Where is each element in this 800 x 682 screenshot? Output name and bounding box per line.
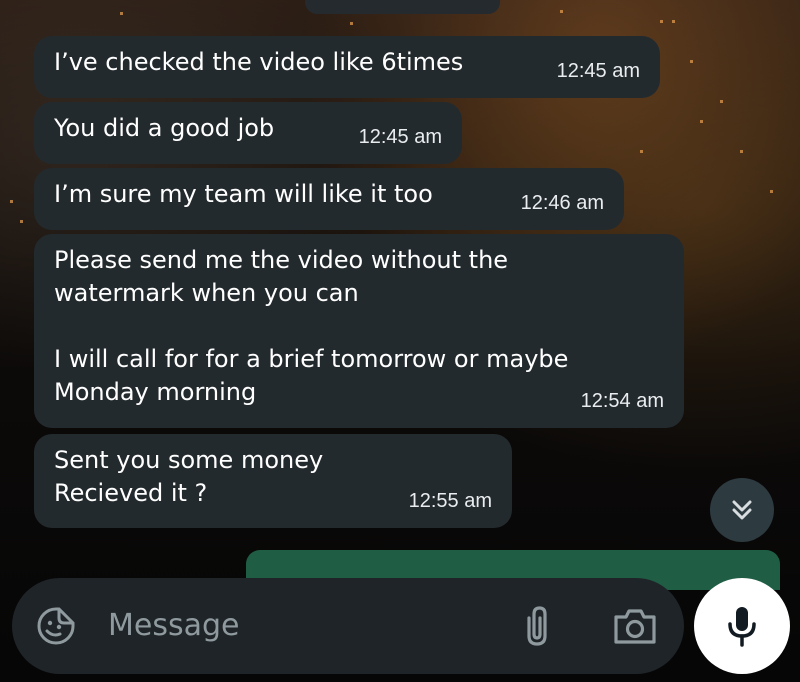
message-time: 12:46 am	[520, 192, 604, 214]
attach-button[interactable]	[520, 604, 554, 648]
scroll-to-bottom-button[interactable]	[710, 478, 774, 542]
double-chevron-down-icon	[732, 500, 752, 520]
message-bubble[interactable]: You did a good job 12:45 am	[34, 102, 462, 164]
camera-icon	[614, 609, 656, 644]
emoji-button[interactable]	[36, 606, 76, 646]
paperclip-icon	[527, 606, 547, 646]
camera-button[interactable]	[612, 606, 658, 646]
message-bubble[interactable]: I’ve checked the video like 6times 12:45…	[34, 36, 660, 98]
message-text: Please send me the video without the wat…	[54, 246, 569, 406]
message-bubble[interactable]: Sent you some money Recieved it ? 12:55 …	[34, 434, 512, 528]
message-composer: Message	[12, 578, 684, 674]
message-bubble[interactable]: I’m sure my team will like it too 12:46 …	[34, 168, 624, 230]
microphone-icon	[728, 607, 756, 647]
message-input[interactable]: Message	[108, 608, 239, 643]
message-time: 12:45 am	[556, 60, 640, 82]
voice-message-button[interactable]	[694, 578, 790, 674]
message-bubble[interactable]: Please send me the video without the wat…	[34, 234, 684, 428]
message-time: 12:55 am	[408, 490, 492, 512]
message-time: 12:54 am	[580, 390, 664, 412]
message-time: 12:45 am	[358, 126, 442, 148]
message-text: I’ve checked the video like 6times	[54, 48, 464, 76]
date-pill	[305, 0, 500, 14]
sticker-emoji-icon	[37, 607, 75, 645]
